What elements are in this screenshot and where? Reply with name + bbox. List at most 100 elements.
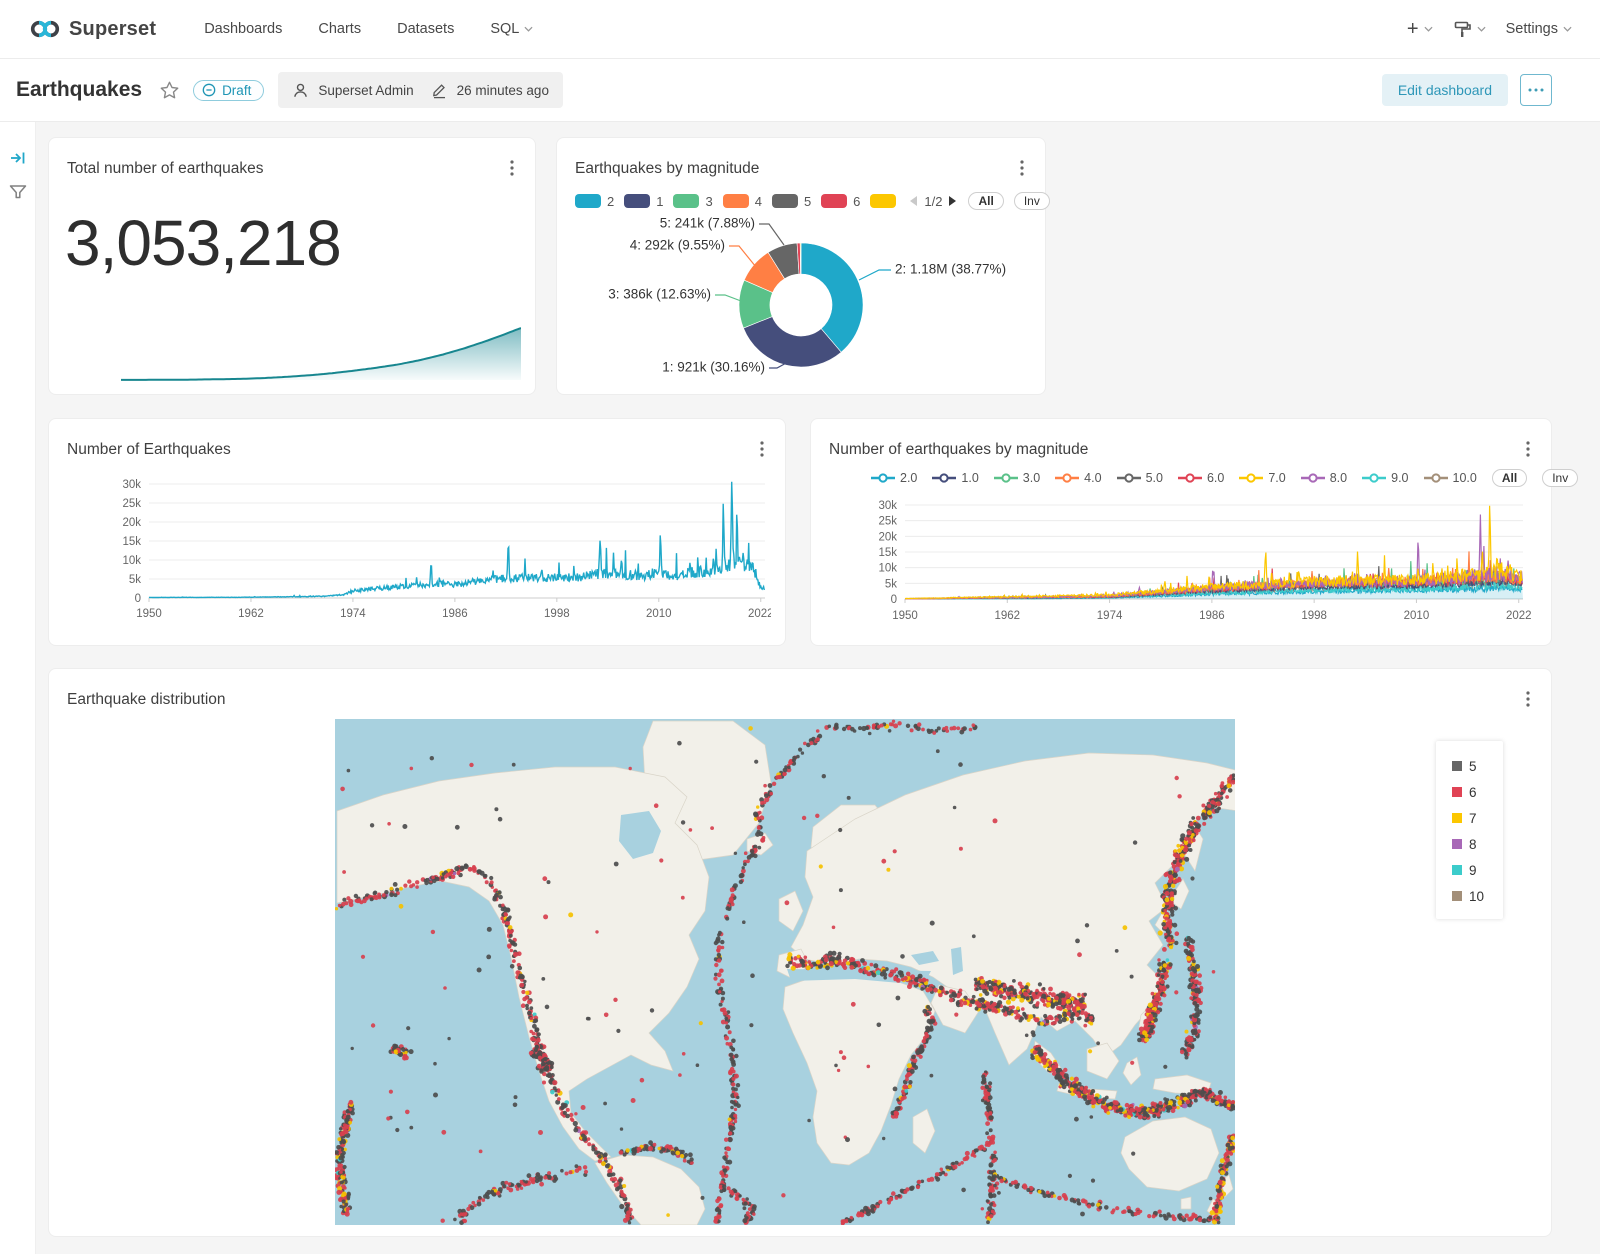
settings-menu[interactable]: Settings (1506, 21, 1572, 37)
legend-inv-button[interactable]: Inv (1014, 192, 1050, 210)
nav-item-label: Charts (318, 21, 361, 37)
legend-entry-1.0[interactable]: 1.0 (932, 471, 978, 485)
legend-entry-2[interactable]: 2 (575, 194, 614, 209)
pie-chart[interactable]: 5: 241k (7.88%)4: 292k (9.55%)3: 386k (1… (557, 210, 1047, 394)
legend-swatch (575, 194, 601, 208)
chart-menu-kebab-icon[interactable] (503, 158, 521, 178)
legend-swatch (772, 194, 798, 208)
new-menu[interactable]: + (1407, 19, 1433, 39)
chevron-down-icon (1563, 26, 1572, 32)
legend-label: 4 (755, 194, 762, 209)
series-line (149, 482, 764, 598)
sparkline-area (121, 328, 521, 380)
line-series-marker (1301, 473, 1325, 483)
y-tick-label: 0 (135, 593, 141, 605)
legend-swatch (1452, 813, 1462, 823)
legend-entry-10.0[interactable]: 10.0 (1424, 471, 1477, 485)
x-tick-label: 2022 (1506, 610, 1532, 622)
chart-title: Total number of earthquakes (67, 160, 263, 178)
dashboard-actions-button[interactable] (1520, 74, 1552, 106)
edit-pencil-icon (431, 82, 448, 99)
pie-label: 2: 1.18M (38.77%) (895, 262, 1006, 277)
legend-entry-3[interactable]: 3 (673, 194, 712, 209)
pie-label-line (859, 270, 891, 280)
nav-item-dashboards[interactable]: Dashboards (204, 21, 282, 37)
filter-funnel-icon[interactable] (8, 182, 28, 202)
legend-swatch (1452, 865, 1462, 875)
legend-all-button[interactable]: All (968, 192, 1003, 210)
map-legend: 5678910 (1436, 741, 1503, 919)
legend-inv-button[interactable]: Inv (1542, 469, 1578, 487)
legend-entry-6.0[interactable]: 6.0 (1178, 471, 1224, 485)
x-tick-label: 2010 (646, 608, 672, 620)
card-number-of-earthquakes: Number of Earthquakes 05k10k15k20k25k30k… (48, 418, 786, 646)
legend-entry-4.0[interactable]: 4.0 (1055, 471, 1101, 485)
world-map-canvas[interactable] (335, 719, 1235, 1225)
status-badge[interactable]: Draft (193, 80, 264, 101)
edit-dashboard-button[interactable]: Edit dashboard (1382, 74, 1508, 106)
legend-entry-3.0[interactable]: 3.0 (994, 471, 1040, 485)
legend-label: 10 (1469, 889, 1484, 904)
nav-item-label: Datasets (397, 21, 454, 37)
page-title: Earthquakes (16, 78, 142, 102)
chart-menu-kebab-icon[interactable] (1013, 158, 1031, 178)
big-number-value: 3,053,218 (65, 206, 341, 280)
legend-label: 2 (607, 194, 614, 209)
line-chart[interactable]: 05k10k15k20k25k30k1950196219741986199820… (65, 471, 771, 637)
legend-label: 8.0 (1330, 471, 1347, 485)
legend-swatch (624, 194, 650, 208)
legend-all-button[interactable]: All (1492, 469, 1527, 487)
legend-entry-5[interactable]: 5 (772, 194, 811, 209)
chart-menu-kebab-icon[interactable] (753, 439, 771, 459)
x-tick-label: 1950 (136, 608, 162, 620)
ellipsis-icon (1528, 88, 1544, 92)
nav-item-sql[interactable]: SQL (490, 21, 533, 37)
legend-entry-4[interactable]: 4 (723, 194, 762, 209)
owner-label[interactable]: Superset Admin (318, 83, 413, 98)
alerts-menu[interactable] (1453, 21, 1486, 38)
legend-swatch (1452, 787, 1462, 797)
pie-slice-7[interactable] (800, 243, 801, 274)
legend-label: 6 (853, 194, 860, 209)
landmass (1181, 1197, 1191, 1209)
legend-label: 3.0 (1023, 471, 1040, 485)
x-tick-label: 1986 (442, 608, 468, 620)
line-series-marker (1055, 473, 1079, 483)
line-series-marker (1239, 473, 1263, 483)
legend-swatch (673, 194, 699, 208)
favorite-star-icon[interactable] (160, 81, 179, 99)
legend-entry-2.0[interactable]: 2.0 (871, 471, 917, 485)
legend-entry-1[interactable]: 1 (624, 194, 663, 209)
expand-filter-bar-icon[interactable] (8, 148, 28, 168)
page-indicator: 1/2 (924, 194, 942, 209)
settings-label: Settings (1506, 21, 1558, 37)
paint-roller-icon (1453, 21, 1472, 38)
legend-entry-8.0[interactable]: 8.0 (1301, 471, 1347, 485)
nav-item-charts[interactable]: Charts (318, 21, 361, 37)
y-tick-label: 25k (122, 498, 141, 510)
multi-line-chart[interactable]: 05k10k15k20k25k30k1950196219741986199820… (827, 495, 1537, 637)
chart-menu-kebab-icon[interactable] (1519, 689, 1537, 709)
legend-entry-5.0[interactable]: 5.0 (1117, 471, 1163, 485)
chevron-down-icon (1424, 26, 1433, 32)
legend-entry-9.0[interactable]: 9.0 (1362, 471, 1408, 485)
legend-entry-truncated[interactable] (870, 194, 896, 208)
dashboard-header: Earthquakes Draft Superset Admin 26 minu… (0, 59, 1600, 122)
next-page-icon[interactable] (948, 195, 958, 207)
infinity-logo-icon (30, 19, 60, 39)
nav-item-datasets[interactable]: Datasets (397, 21, 454, 37)
superset-logo[interactable]: Superset (30, 18, 156, 41)
legend-entry-6[interactable]: 6 (821, 194, 860, 209)
legend-label: 9 (1469, 863, 1477, 878)
y-tick-label: 5k (129, 574, 141, 586)
legend-pagination: 1/2 (908, 194, 958, 209)
legend-entry-7.0[interactable]: 7.0 (1239, 471, 1285, 485)
line-series-marker (1424, 473, 1448, 483)
pie-label-line (759, 224, 784, 245)
map-legend-item-5: 5 (1452, 753, 1503, 779)
prev-page-icon[interactable] (908, 195, 918, 207)
top-navbar: Superset Dashboards Charts Datasets SQL + S… (0, 0, 1600, 59)
y-tick-label: 15k (878, 547, 897, 559)
map-legend-item-6: 6 (1452, 779, 1503, 805)
chart-menu-kebab-icon[interactable] (1519, 439, 1537, 459)
